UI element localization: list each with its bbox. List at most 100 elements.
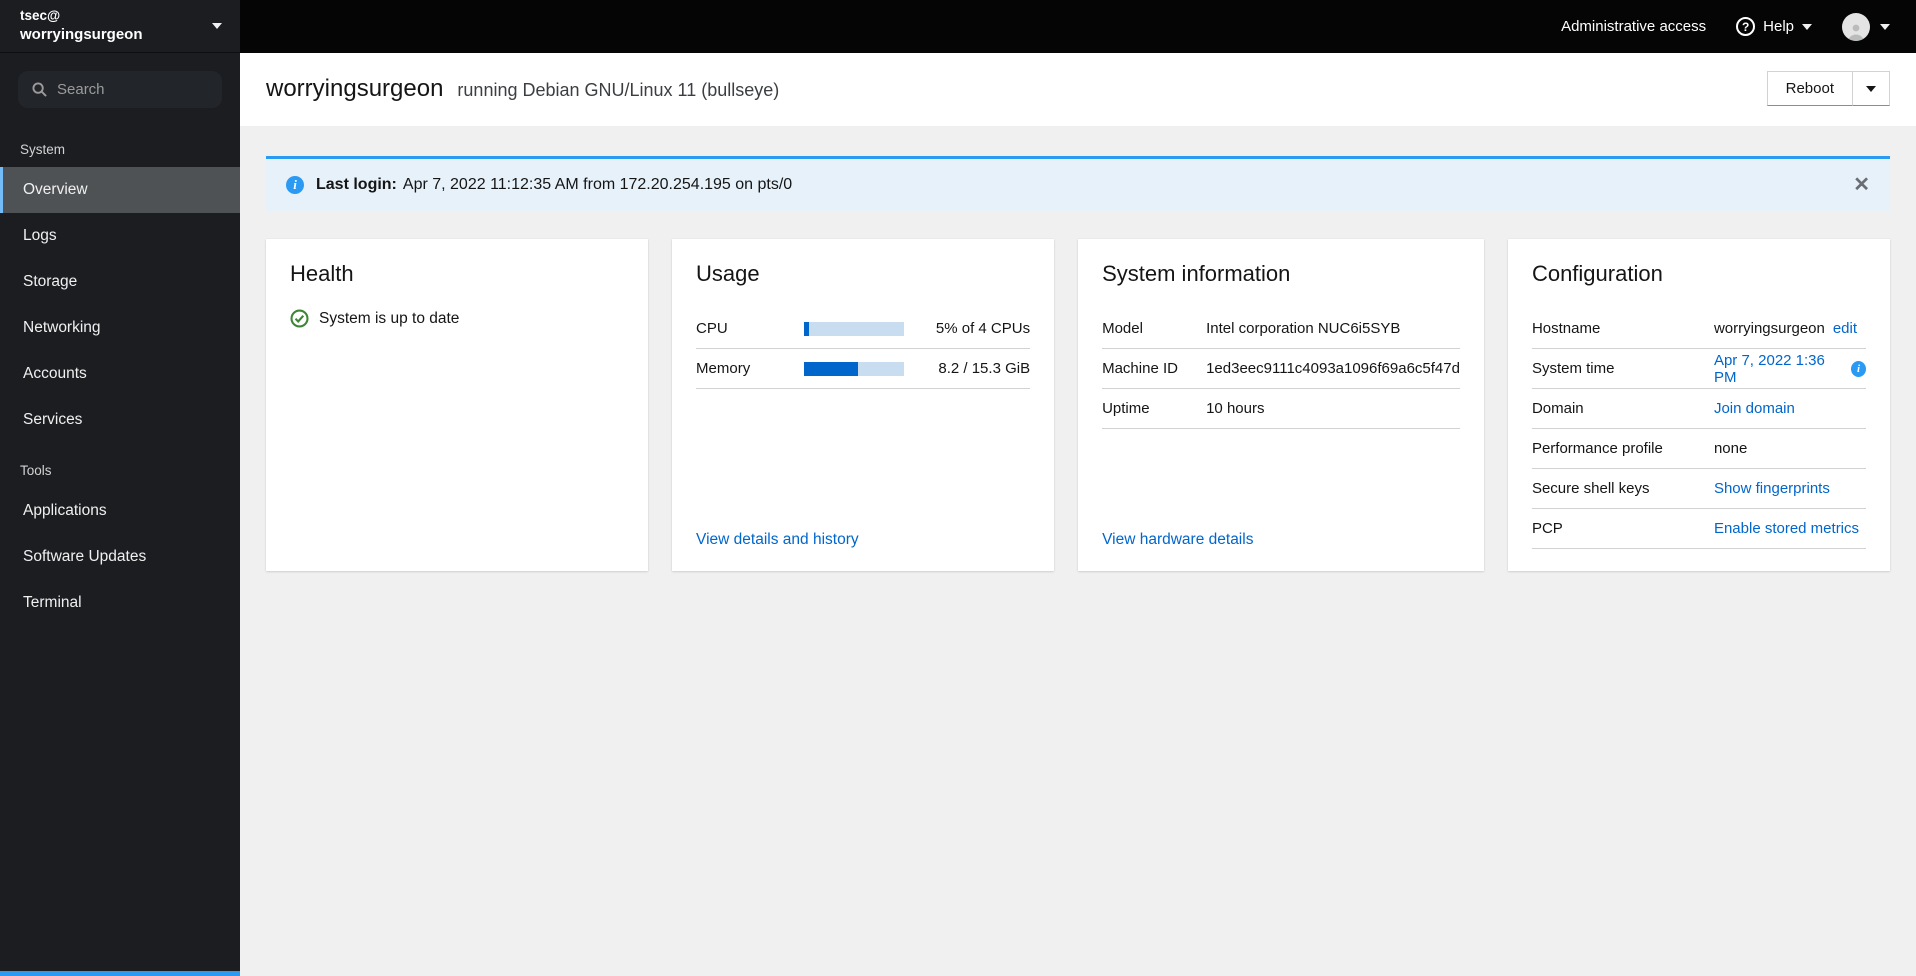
usage-label: CPU [696, 320, 728, 337]
nav-group-title: Tools [20, 463, 52, 478]
config-label: Performance profile [1531, 440, 1663, 457]
hostname-value: worryingsurgeon [1713, 320, 1825, 337]
reboot-split-button: Reboot [1766, 71, 1890, 106]
chevron-down-icon [212, 23, 222, 29]
memory-progress-fill [804, 361, 859, 376]
usage-card: Usage CPU 5% of 4 CPUs Memory 8.2 / 15.3… [672, 239, 1055, 571]
sidebar: System Overview Logs Storage Networking … [0, 53, 240, 976]
sidebar-item-services[interactable]: Services [0, 397, 240, 443]
page-title: worryingsurgeon [266, 74, 444, 102]
show-fingerprints-link[interactable]: Show fingerprints [1714, 480, 1830, 497]
help-menu[interactable]: ? Help [1736, 17, 1812, 36]
page-subtitle: running Debian GNU/Linux 11 (bullseye) [457, 79, 780, 100]
usage-value: 5% of 4 CPUs [935, 320, 1031, 337]
last-login-alert: i Last login: Apr 7, 2022 11:12:35 AM fro… [266, 156, 1890, 211]
sidebar-item-applications[interactable]: Applications [0, 488, 240, 534]
host-user: tsec@ [20, 7, 61, 23]
config-row-pcp: PCP Enable stored metrics [1531, 509, 1866, 549]
sidebar-item-terminal[interactable]: Terminal [0, 580, 240, 626]
health-status-text: System is up to date [319, 309, 460, 327]
usage-row-cpu: CPU 5% of 4 CPUs [696, 309, 1031, 349]
help-label: Help [1763, 18, 1794, 35]
config-row-system-time: System time Apr 7, 2022 1:36 PM i [1531, 349, 1866, 389]
info-icon: i [286, 176, 304, 194]
sidebar-bottom-accent [0, 971, 240, 976]
avatar [1842, 12, 1870, 41]
user-icon [1848, 24, 1864, 41]
reboot-dropdown-toggle[interactable] [1852, 71, 1890, 106]
sidebar-item-overview[interactable]: Overview [0, 167, 240, 213]
nav-group-title: System [20, 142, 66, 157]
nav-group-system: System Overview Logs Storage Networking … [0, 136, 240, 443]
config-label: Domain [1531, 400, 1584, 417]
alert-title: Last login: [316, 176, 397, 193]
sysinfo-label: Model [1102, 320, 1143, 337]
config-row-hostname: Hostname worryingsurgeon edit [1531, 309, 1866, 349]
administrative-access-button[interactable]: Administrative access [1561, 18, 1706, 35]
session-menu[interactable] [1842, 12, 1890, 41]
memory-progress-bar [804, 361, 905, 376]
sysinfo-value: 10 hours [1206, 400, 1265, 417]
help-icon: ? [1736, 17, 1756, 36]
config-label: Secure shell keys [1531, 480, 1650, 497]
health-status: System is up to date [290, 309, 624, 328]
sysinfo-value: Intel corporation NUC6i5SYB [1206, 320, 1401, 337]
sysinfo-label: Uptime [1102, 400, 1150, 417]
host-switcher[interactable]: tsec@ worryingsurgeon [0, 0, 240, 53]
enable-stored-metrics-link[interactable]: Enable stored metrics [1714, 520, 1859, 537]
reboot-button[interactable]: Reboot [1766, 71, 1852, 106]
overview-cards: Health System is up to date Usage CPU 5%… [266, 239, 1890, 571]
chevron-down-icon [1880, 23, 1890, 30]
sidebar-item-networking[interactable]: Networking [0, 305, 240, 351]
usage-label: Memory [696, 360, 751, 377]
health-card: Health System is up to date [266, 239, 649, 571]
config-row-domain: Domain Join domain [1531, 389, 1866, 429]
search-input[interactable] [57, 81, 208, 98]
main-area: worryingsurgeon running Debian GNU/Linux… [240, 53, 1916, 976]
page-header: worryingsurgeon running Debian GNU/Linux… [240, 53, 1916, 126]
view-hardware-details-link[interactable]: View hardware details [1102, 531, 1253, 548]
card-title: Health [290, 261, 354, 286]
join-domain-link[interactable]: Join domain [1714, 400, 1795, 417]
config-label: PCP [1531, 520, 1563, 537]
info-icon[interactable]: i [1851, 360, 1866, 377]
sysinfo-value: 1ed3eec9111c4093a1096f69a6c5f47d [1206, 360, 1460, 377]
search-icon [32, 82, 47, 97]
host-switcher-label: tsec@ worryingsurgeon [20, 7, 143, 45]
cpu-progress-fill [804, 321, 810, 336]
configuration-card: Configuration Hostname worryingsurgeon e… [1507, 239, 1890, 571]
performance-profile-value: none [1713, 440, 1748, 457]
alert-message: Apr 7, 2022 11:12:35 AM from 172.20.254.… [402, 176, 793, 193]
sidebar-item-accounts[interactable]: Accounts [0, 351, 240, 397]
close-icon[interactable]: ✕ [1853, 175, 1870, 195]
system-information-card: System information Model Intel corporati… [1078, 239, 1484, 571]
host-name: worryingsurgeon [20, 25, 143, 43]
masthead: Administrative access ? Help [240, 0, 1916, 53]
config-label: Hostname [1531, 320, 1601, 337]
usage-value: 8.2 / 15.3 GiB [938, 360, 1031, 377]
nav-group-tools: Tools Applications Software Updates Term… [0, 457, 240, 626]
alert-text: Last login: Apr 7, 2022 11:12:35 AM from … [316, 176, 792, 194]
chevron-down-icon [1802, 23, 1812, 30]
card-title: System information [1102, 261, 1291, 286]
system-time-link[interactable]: Apr 7, 2022 1:36 PM [1714, 352, 1843, 386]
chevron-down-icon [1866, 85, 1876, 92]
card-title: Usage [696, 261, 760, 286]
sysinfo-row-uptime: Uptime 10 hours [1102, 389, 1460, 429]
cpu-progress-bar [804, 321, 905, 336]
check-circle-icon [290, 309, 309, 328]
sidebar-search[interactable] [18, 71, 222, 108]
sidebar-item-software-updates[interactable]: Software Updates [0, 534, 240, 580]
sidebar-item-logs[interactable]: Logs [0, 213, 240, 259]
sysinfo-row-machine-id: Machine ID 1ed3eec9111c4093a1096f69a6c5f… [1102, 349, 1460, 389]
config-label: System time [1531, 360, 1615, 377]
usage-row-memory: Memory 8.2 / 15.3 GiB [696, 349, 1031, 389]
card-title: Configuration [1531, 261, 1663, 286]
sidebar-item-storage[interactable]: Storage [0, 259, 240, 305]
edit-hostname-link[interactable]: edit [1833, 320, 1857, 337]
sysinfo-label: Machine ID [1102, 360, 1178, 377]
sysinfo-row-model: Model Intel corporation NUC6i5SYB [1102, 309, 1460, 349]
page-content: i Last login: Apr 7, 2022 11:12:35 AM fro… [240, 126, 1916, 976]
view-details-history-link[interactable]: View details and history [696, 531, 859, 548]
config-row-performance-profile: Performance profile none [1531, 429, 1866, 469]
